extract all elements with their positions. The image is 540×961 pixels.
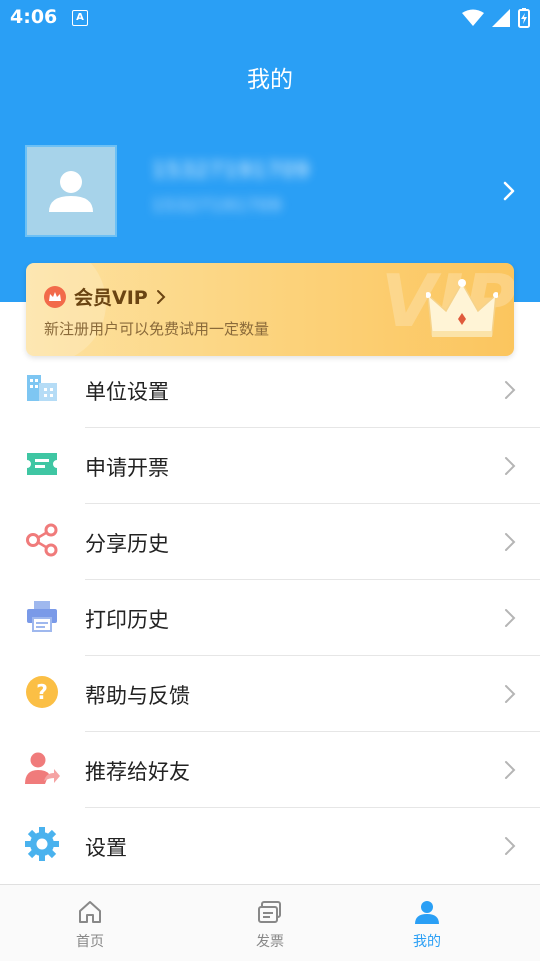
vip-card[interactable]: VIP 会员VIP 新注册用户可以免费试用一定数量 bbox=[26, 263, 514, 356]
bottom-tab-bar: 首页 发票 我的 bbox=[0, 884, 540, 961]
user-icon bbox=[415, 901, 439, 924]
menu-item-recommend-friend[interactable]: 推荐给好友 bbox=[0, 732, 540, 808]
tab-label: 首页 bbox=[76, 934, 104, 950]
invoice-icon bbox=[258, 901, 281, 923]
building-icon bbox=[24, 370, 60, 406]
tab-invoice[interactable]: 发票 bbox=[210, 885, 330, 961]
battery-icon bbox=[518, 8, 530, 28]
menu-item-label: 申请开票 bbox=[85, 456, 169, 480]
printer-icon bbox=[24, 598, 60, 634]
avatar[interactable] bbox=[25, 145, 117, 237]
tab-mine[interactable]: 我的 bbox=[367, 885, 487, 961]
crown-icon bbox=[44, 285, 66, 308]
tab-home[interactable]: 首页 bbox=[30, 885, 150, 961]
menu-item-share-history[interactable]: 分享历史 bbox=[0, 504, 540, 580]
recommend-user-icon bbox=[24, 750, 60, 786]
menu-item-label: 分享历史 bbox=[85, 532, 169, 556]
menu-item-label: 单位设置 bbox=[85, 380, 169, 404]
chevron-right-icon bbox=[505, 837, 516, 855]
menu-item-apply-invoice[interactable]: 申请开票 bbox=[0, 428, 540, 504]
status-bar: 4:06 A bbox=[0, 0, 540, 36]
menu-item-label: 帮助与反馈 bbox=[85, 684, 190, 708]
tab-label: 发票 bbox=[256, 934, 284, 950]
menu-item-settings[interactable]: 设置 bbox=[0, 808, 540, 884]
status-time: 4:06 bbox=[10, 6, 58, 28]
ticket-icon bbox=[24, 446, 60, 482]
signal-icon bbox=[492, 9, 510, 27]
menu-list: 单位设置 申请开票 分享历史 打印历史 ? 帮助与反馈 推荐给好友 设置 bbox=[0, 352, 540, 884]
chevron-right-icon bbox=[505, 381, 516, 399]
chevron-right-icon bbox=[505, 533, 516, 551]
app-notification-icon: A bbox=[72, 10, 88, 26]
vip-title-row: 会员VIP bbox=[44, 283, 166, 310]
menu-item-print-history[interactable]: 打印历史 bbox=[0, 580, 540, 656]
chevron-right-icon bbox=[505, 457, 516, 475]
vip-crown-icon bbox=[426, 279, 498, 337]
vip-subtitle: 新注册用户可以免费试用一定数量 bbox=[44, 320, 270, 338]
user-account: 15327191709 bbox=[152, 196, 282, 216]
vip-title: 会员VIP bbox=[74, 287, 148, 309]
menu-item-help-feedback[interactable]: ? 帮助与反馈 bbox=[0, 656, 540, 732]
help-icon: ? bbox=[24, 674, 60, 710]
chevron-right-icon bbox=[156, 289, 166, 304]
chevron-right-icon bbox=[505, 685, 516, 703]
wifi-icon bbox=[462, 9, 484, 26]
svg-text:?: ? bbox=[36, 680, 48, 704]
tab-label: 我的 bbox=[413, 934, 441, 950]
chevron-right-icon[interactable] bbox=[502, 180, 516, 202]
gear-icon bbox=[24, 826, 60, 862]
chevron-right-icon bbox=[505, 761, 516, 779]
share-icon bbox=[24, 522, 60, 558]
user-info[interactable]: 15327191709 15327191709 bbox=[152, 158, 310, 216]
menu-item-label: 打印历史 bbox=[85, 608, 169, 632]
user-name: 15327191709 bbox=[152, 158, 310, 182]
user-placeholder-icon bbox=[49, 171, 93, 212]
menu-item-label: 设置 bbox=[85, 836, 127, 860]
chevron-right-icon bbox=[505, 609, 516, 627]
page-title: 我的 bbox=[247, 67, 293, 93]
menu-item-unit-settings[interactable]: 单位设置 bbox=[0, 352, 540, 428]
status-icons bbox=[462, 8, 530, 28]
menu-item-label: 推荐给好友 bbox=[85, 760, 190, 784]
home-icon bbox=[79, 901, 101, 923]
